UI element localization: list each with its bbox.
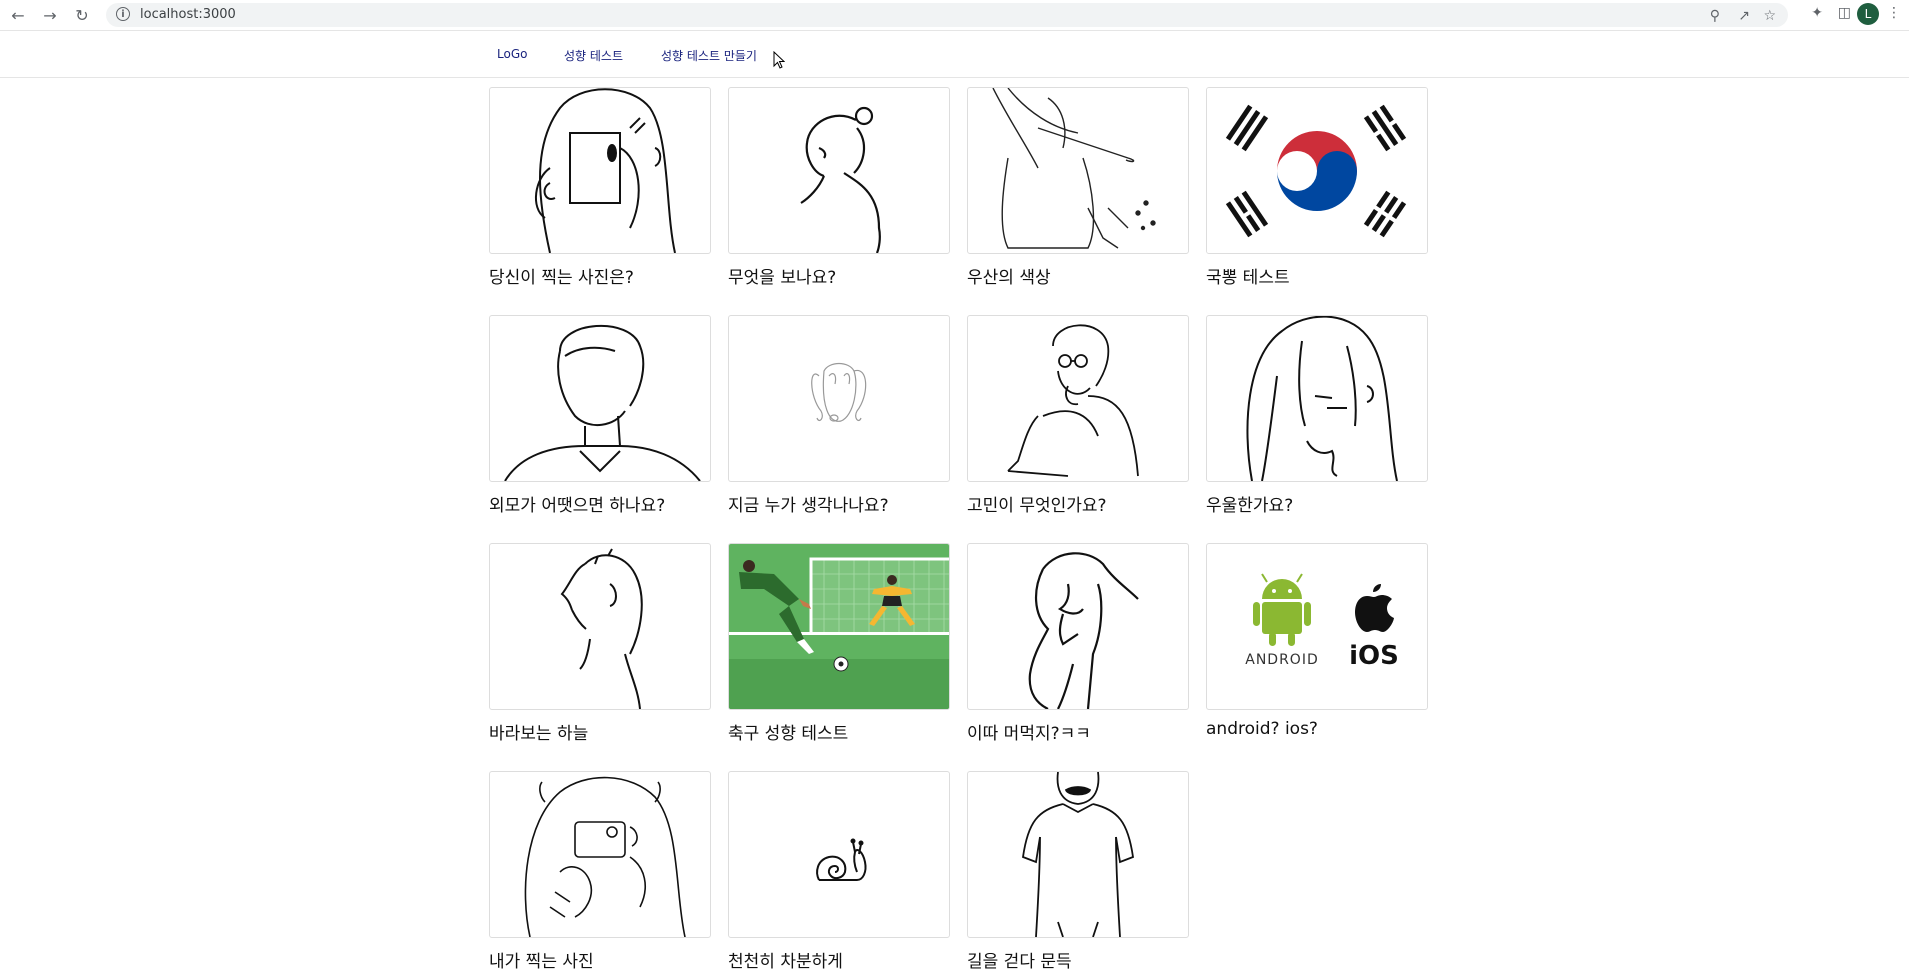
umbrella-person-icon [992,88,1156,249]
site-info-icon[interactable]: i [116,7,130,21]
test-card[interactable]: 바라보는 하늘 [489,543,711,744]
profile-avatar[interactable]: L [1857,3,1879,25]
card-title[interactable]: 외모가 어땟으면 하나요? [489,491,711,516]
card-title[interactable]: 국뽕 테스트 [1206,263,1428,288]
card-image[interactable] [967,543,1189,710]
girl-camera-icon [524,776,686,937]
card-image[interactable] [489,315,711,482]
test-card[interactable]: 이따 머먹지?ㅋㅋ [967,543,1189,744]
card-title[interactable]: 축구 성향 테스트 [728,719,950,744]
card-title[interactable]: 바라보는 하늘 [489,719,711,744]
card-image[interactable] [489,771,711,938]
nav-create-test[interactable]: 성향 테스트 만들기 [661,47,757,64]
card-image[interactable]: ANDROID iOS [1206,543,1428,710]
card-title[interactable]: 천천히 차분하게 [728,947,950,972]
card-title[interactable]: 우울한가요? [1206,491,1428,516]
card-title[interactable]: 우산의 색상 [967,263,1189,288]
browser-toolbar: ← → ↻ i localhost:3000 ⚲ ↗ ☆ ✦ ◫ L ⋮ [0,0,1909,31]
sad-girl-icon [1246,316,1398,481]
card-title[interactable]: 고민이 무엇인가요? [967,491,1189,516]
reload-icon[interactable]: ↻ [72,5,92,25]
snail-icon [816,838,867,881]
card-image[interactable] [728,87,950,254]
soccer-penalty-icon [729,544,949,709]
looking-up-icon [560,548,643,709]
extensions-icon[interactable]: ✦ [1811,5,1823,21]
card-image[interactable] [967,87,1189,254]
girl-bun-icon [800,106,881,253]
test-card[interactable]: 내가 찍는 사진 [489,771,711,972]
test-card[interactable]: 우울한가요? [1206,315,1428,516]
test-card[interactable]: 당신이 찍는 사진은? [489,87,711,288]
test-card[interactable]: ANDROID iOS android? ios? [1206,543,1428,739]
card-title[interactable]: 무엇을 보나요? [728,263,950,288]
test-card[interactable]: 지금 누가 생각나나요? [728,315,950,516]
android-robot-icon [1253,573,1311,646]
card-image[interactable] [1206,87,1428,254]
card-title[interactable]: 내가 찍는 사진 [489,947,711,972]
card-image[interactable] [728,315,950,482]
forward-icon[interactable]: → [40,5,60,25]
test-card[interactable]: 천천히 차분하게 [728,771,950,972]
test-card[interactable]: 국뽕 테스트 [1206,87,1428,288]
boy-bust-icon [504,325,701,481]
thinking-boy-icon [1007,324,1139,477]
test-card[interactable]: 길을 걷다 문득 [967,771,1189,972]
test-card[interactable]: 외모가 어땟으면 하나요? [489,315,711,516]
test-card[interactable]: 축구 성향 테스트 [728,543,950,744]
android-ios-logos-icon: ANDROID iOS [1245,573,1399,671]
card-title[interactable]: 당신이 찍는 사진은? [489,263,711,288]
zoom-icon[interactable]: ⚲ [1710,8,1720,24]
card-title[interactable]: 이따 머먹지?ㅋㅋ [967,719,1189,744]
card-image[interactable] [967,315,1189,482]
card-image[interactable] [728,771,950,938]
side-panel-icon[interactable]: ◫ [1838,5,1851,21]
app-navbar: LoGo 성향 테스트 성향 테스트 만들기 [0,31,1909,78]
card-image[interactable] [967,771,1189,938]
android-wordmark: ANDROID [1245,652,1319,668]
test-card[interactable]: 고민이 무엇인가요? [967,315,1189,516]
ios-wordmark: iOS [1349,641,1399,671]
back-icon[interactable]: ← [8,5,28,25]
url-text: localhost:3000 [140,7,236,22]
nav-logo[interactable]: LoGo [497,47,527,61]
walking-man-icon [1022,772,1134,937]
mouse-cursor-icon [773,51,785,69]
apple-logo-icon [1355,584,1394,632]
taegukgi-flag-icon [1207,88,1427,253]
card-title[interactable]: 지금 누가 생각나나요? [728,491,950,516]
card-image[interactable] [489,87,711,254]
card-image[interactable] [728,543,950,710]
girl-thinking-icon [1028,552,1139,709]
test-card[interactable]: 우산의 색상 [967,87,1189,288]
bookmark-star-icon[interactable]: ☆ [1763,8,1776,24]
test-card[interactable]: 무엇을 보나요? [728,87,950,288]
card-image[interactable] [1206,315,1428,482]
card-title[interactable]: 길을 걷다 문득 [967,947,1189,972]
menu-icon[interactable]: ⋮ [1887,5,1901,21]
girl-phone-icon [534,88,676,253]
card-image[interactable] [489,543,711,710]
rabbit-icon [811,362,867,422]
card-title[interactable]: android? ios? [1206,719,1428,739]
nav-tests[interactable]: 성향 테스트 [564,47,623,64]
share-icon[interactable]: ↗ [1738,8,1750,24]
address-bar[interactable]: i localhost:3000 ⚲ ↗ ☆ [106,3,1788,27]
